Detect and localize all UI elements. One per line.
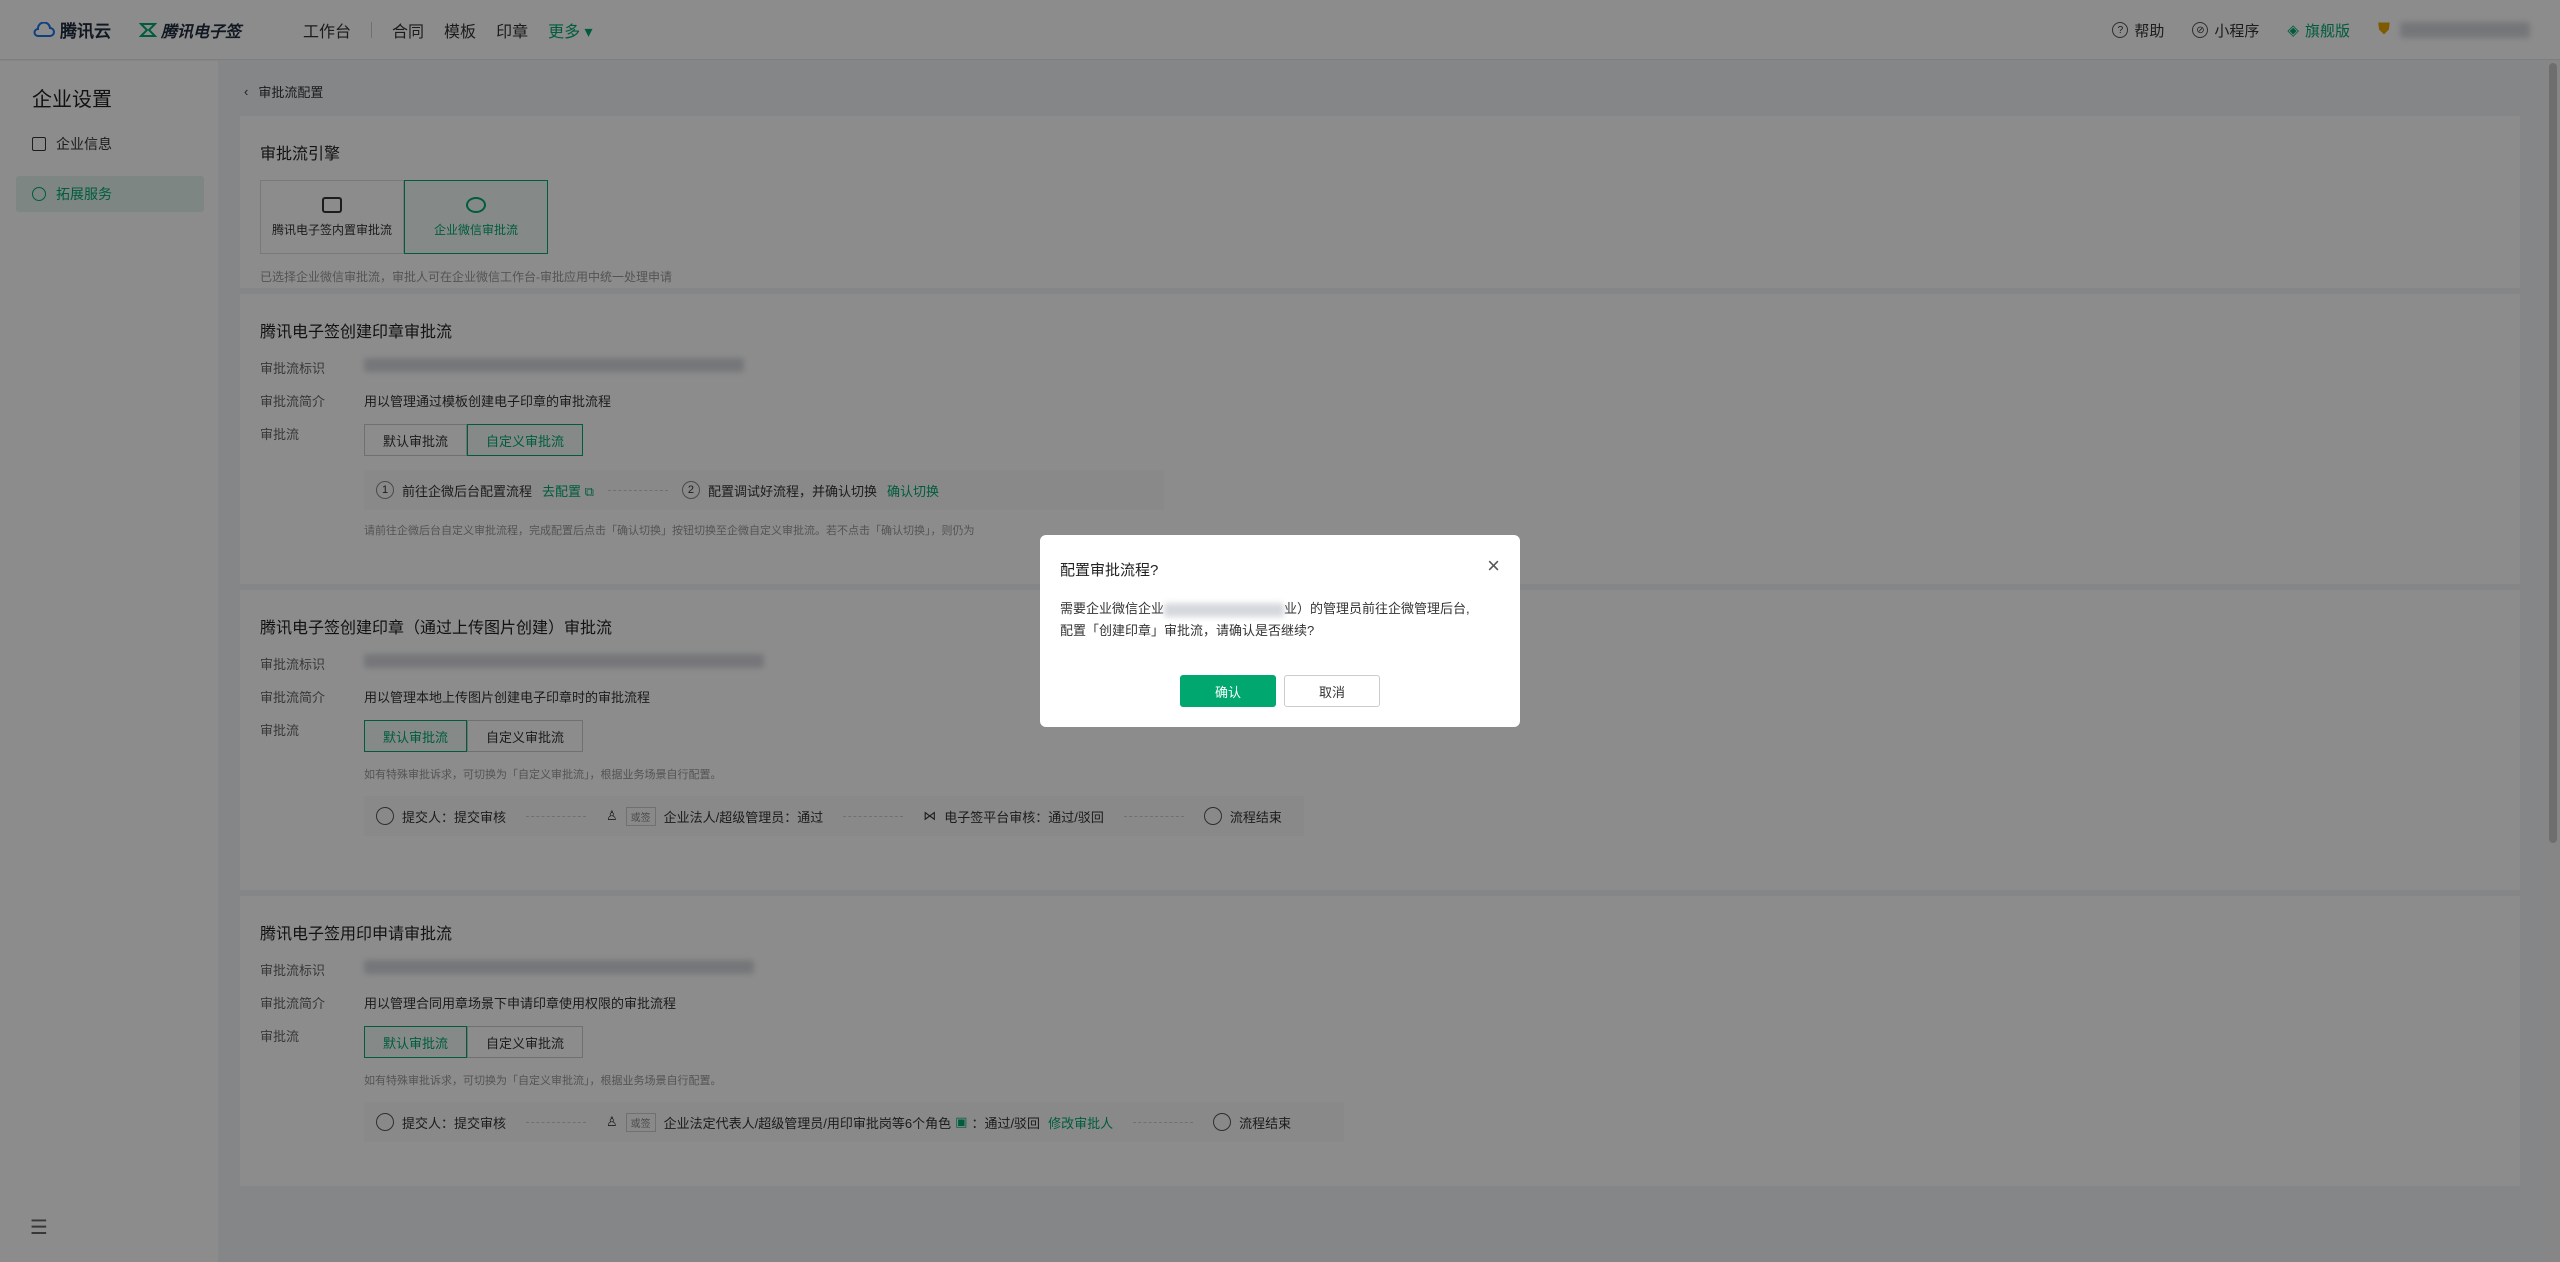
company-name-masked — [1164, 602, 1285, 617]
dialog-title: 配置审批流程? — [1060, 562, 1159, 579]
dialog-line-2: 配置「创建印章」审批流，请确认是否继续? — [1060, 623, 1315, 638]
app-root: 腾讯云 腾讯电子签 工作台 合同 模板 印章 更多 ▾ ? 帮助 ⊘ 小程序 ◈ 旗舰… — [0, 0, 2560, 1262]
cancel-button[interactable]: 取消 — [1284, 675, 1380, 707]
dialog-buttons: 确认 取消 — [1040, 675, 1520, 707]
close-icon[interactable]: × — [1487, 553, 1500, 579]
dialog-line-1: 需要企业微信企业 业）的管理员前往企微管理后台, — [1060, 598, 1500, 620]
dialog-line1-suffix: 业）的管理员前往企微管理后台, — [1284, 601, 1470, 616]
confirm-dialog: 配置审批流程? × 需要企业微信企业 业）的管理员前往企微管理后台, 配置「创建印… — [1040, 535, 1520, 727]
confirm-button[interactable]: 确认 — [1180, 675, 1276, 707]
dialog-line1-prefix: 需要企业微信企业 — [1060, 601, 1165, 616]
dialog-body: 需要企业微信企业 业）的管理员前往企微管理后台, 配置「创建印章」审批流，请确认是… — [1060, 598, 1500, 642]
